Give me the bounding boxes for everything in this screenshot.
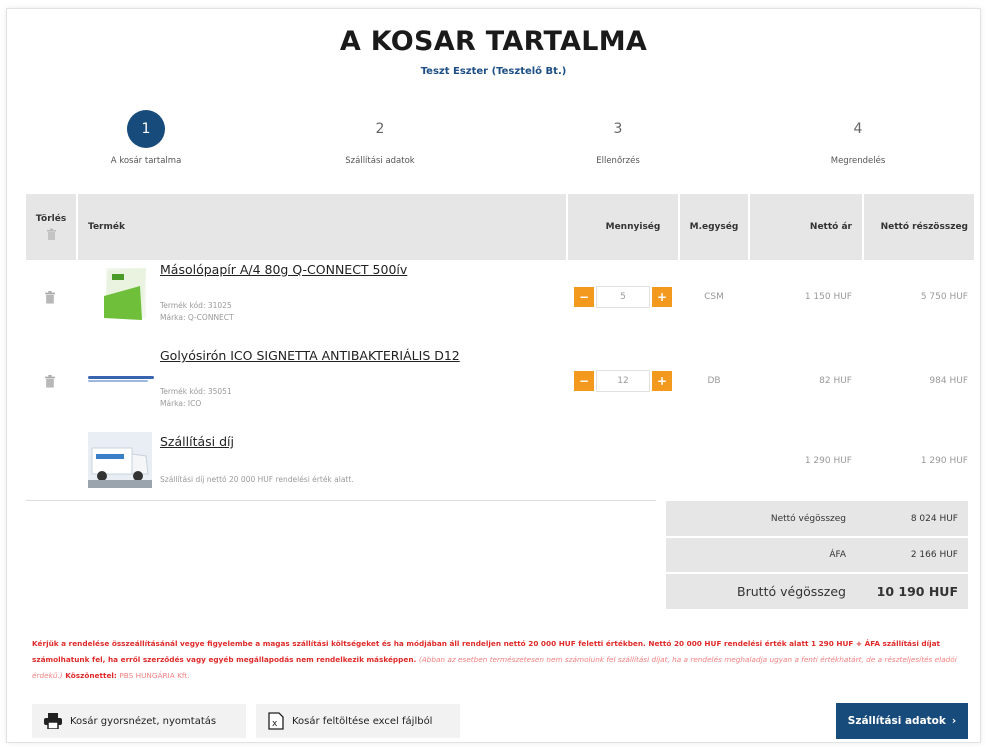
net-total-label: Nettó végösszeg [770,514,846,524]
net-price-cell: 1 150 HUF [804,292,852,302]
step-number: 3 [613,121,623,137]
print-preview-label: Kosár gyorsnézet, nyomtatás [70,715,217,727]
header-delete-label: Törlés [35,214,67,224]
header-net-price: Nettó ár [809,222,852,232]
step-label: Szállítási adatok [345,156,415,166]
product-brand: Márka: ICO [160,399,202,408]
net-total-row: Nettó végösszeg 8 024 HUF [666,501,968,537]
shipping-data-label: Szállítási adatok [847,715,946,727]
subtotal-cell: 984 HUF [929,376,968,386]
step-label: Ellenőrzés [596,156,640,166]
shipping-data-button[interactable]: Szállítási adatok › [836,703,968,739]
shipping-notice: Kérjük a rendelése összeállításánál vegy… [32,636,962,684]
product-name-link[interactable]: Másolópapír A/4 80g Q-CONNECT 500ív [160,262,407,277]
shipping-note: Szállítási díj nettó 20 000 HUF rendelés… [160,475,354,484]
header-net-subtotal: Nettó részösszeg [880,222,968,232]
step-shipping[interactable]: 2 Szállítási adatok [280,110,480,166]
subtotal-cell: 5 750 HUF [920,292,968,302]
unit-cell: DB [707,376,721,386]
gross-total-value: 10 190 HUF [876,583,958,599]
chevron-right-icon: › [951,715,957,727]
gross-total-label: Bruttó végösszeg [737,583,846,599]
header-product: Termék [88,222,125,232]
quantity-stepper: − 12 + [574,370,672,392]
customer-name: Teszt Eszter (Tesztelő Bt.) [420,66,567,77]
delivery-van-image [88,432,152,488]
unit-cell: CSM [704,292,724,302]
product-name-link[interactable]: Golyósirón ICO SIGNETTA ANTIBAKTERIÁLIS … [160,348,460,363]
net-total-value: 8 024 HUF [910,514,958,524]
product-brand: Márka: Q-CONNECT [160,313,234,322]
page-title: A KOSAR TARTALMA [339,26,648,57]
quantity-increase-button[interactable]: + [652,287,672,307]
quantity-input[interactable]: 12 [596,370,650,392]
excel-upload-label: Kosár feltöltése excel fájlból [292,715,433,727]
notice-company: PBS HUNGÁRIA Kft. [119,671,190,680]
net-price-cell: 1 290 HUF [804,456,852,466]
product-code: Termék kód: 35051 [160,387,232,396]
step-number: 4 [853,121,863,137]
net-price-cell: 82 HUF [819,376,852,386]
printer-icon [44,713,62,729]
trash-icon[interactable] [46,228,57,240]
shipping-fee-link[interactable]: Szállítási díj [160,434,234,449]
step-cart[interactable]: 1 A kosár tartalma [46,110,246,166]
cart-table-header: Törlés Termék Mennyiség M.egység Nettó á… [26,194,974,260]
product-code: Termék kód: 31025 [160,301,232,310]
gross-total-row: Bruttó végösszeg 10 190 HUF [666,573,968,609]
step-label: Megrendelés [830,156,886,166]
notice-thanks: Köszönettel: [65,671,117,680]
header-quantity: Mennyiség [605,222,661,232]
table-row: Másolópapír A/4 80g Q-CONNECT 500ív Term… [26,260,974,342]
shipping-row: Szállítási díj Szállítási díj nettó 20 0… [26,430,974,496]
excel-file-icon: x [268,712,284,730]
step-number: 2 [375,121,385,137]
quantity-increase-button[interactable]: + [652,371,672,391]
trash-icon[interactable] [44,290,56,304]
checkout-steps: 1 A kosár tartalma 2 Szállítási adatok 3… [30,110,970,170]
step-label: A kosár tartalma [110,156,182,166]
trash-icon[interactable] [44,374,56,388]
pen-product-image[interactable] [86,368,156,388]
step-order[interactable]: 4 Megrendelés [758,110,958,166]
quantity-stepper: − 5 + [574,286,672,308]
paper-product-image[interactable] [100,266,156,322]
table-row: Golyósirón ICO SIGNETTA ANTIBAKTERIÁLIS … [26,346,974,426]
step-review[interactable]: 3 Ellenőrzés [518,110,718,166]
vat-value: 2 166 HUF [910,550,958,560]
header-unit: M.egység [689,222,739,232]
header-delete: Törlés [26,194,76,260]
vat-row: ÁFA 2 166 HUF [666,537,968,573]
totals-box: Nettó végösszeg 8 024 HUF ÁFA 2 166 HUF … [666,501,968,609]
step-number: 1 [127,110,165,148]
excel-upload-button[interactable]: x Kosár feltöltése excel fájlból [256,704,460,738]
vat-label: ÁFA [829,550,846,560]
quantity-input[interactable]: 5 [596,286,650,308]
print-preview-button[interactable]: Kosár gyorsnézet, nyomtatás [32,704,246,738]
quantity-decrease-button[interactable]: − [574,371,594,391]
svg-text:x: x [272,719,278,729]
quantity-decrease-button[interactable]: − [574,287,594,307]
subtotal-cell: 1 290 HUF [920,456,968,466]
divider [26,500,656,501]
